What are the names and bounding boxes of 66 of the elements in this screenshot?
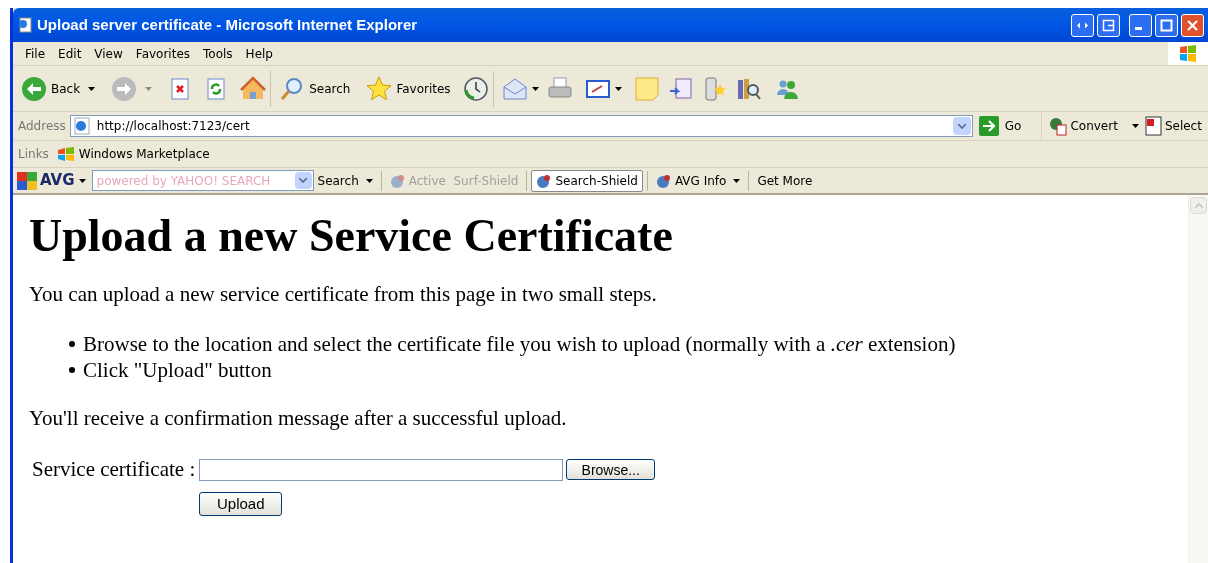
page-icon: [72, 117, 91, 135]
chevron-up-icon: [1194, 203, 1203, 208]
caret-icon: [733, 178, 741, 183]
windows-logo-icon: [56, 147, 75, 161]
toolbar-button[interactable]: Search-Shield: [531, 169, 643, 192]
menu-item[interactable]: Edit: [52, 44, 88, 63]
upload-button[interactable]: Upload: [199, 491, 283, 516]
star-icon: [366, 75, 393, 102]
avg-logo-icon: [17, 171, 37, 190]
window-button[interactable]: [1071, 13, 1094, 37]
caret-icon: [365, 178, 373, 183]
chevron-down-icon: [957, 123, 966, 129]
address-label: Address: [17, 118, 67, 135]
toolbar-button[interactable]: AVG Info: [651, 169, 745, 192]
menu-item[interactable]: Favorites: [129, 44, 197, 63]
notebook-icon[interactable]: [667, 75, 694, 102]
field-label: Service certificate :: [32, 456, 196, 483]
windows-logo-icon[interactable]: [1178, 43, 1198, 64]
minimize-icon: [1135, 27, 1142, 30]
caret-icon[interactable]: [531, 86, 539, 91]
select-button[interactable]: Select: [1144, 116, 1202, 136]
page-heading: Upload a new Service Certificate: [29, 213, 674, 259]
menu-item[interactable]: Help: [239, 44, 279, 63]
back-button[interactable]: Back: [21, 75, 85, 102]
window-button[interactable]: [1097, 13, 1120, 37]
caret-icon[interactable]: [88, 86, 96, 91]
toolbar-button[interactable]: Get More: [753, 169, 817, 192]
links-label: Links: [17, 146, 50, 163]
search-button[interactable]: Search: [275, 75, 355, 102]
bullet-icon: [69, 366, 75, 373]
document-icon: [1144, 116, 1163, 136]
menu-item[interactable]: View: [88, 44, 129, 63]
step-text: Browse to the location and select the certificate file you wish to upload (normally with a .cer extension): [83, 330, 956, 357]
home-icon[interactable]: [240, 75, 267, 102]
link-item[interactable]: Windows Marketplace: [56, 145, 210, 163]
maximize-icon: [1160, 18, 1173, 32]
minimize-button[interactable]: [1129, 13, 1152, 37]
maximize-button[interactable]: [1155, 13, 1178, 37]
globe-document-icon: [1048, 116, 1069, 136]
step-text: Click "Upload" button: [83, 356, 272, 383]
search-field[interactable]: powered by YAHOO! SEARCH: [91, 170, 314, 191]
go-arrow-icon: [978, 116, 999, 136]
intro-text: You can upload a new service certificate from this page in two small steps.: [29, 281, 658, 308]
scrollbar[interactable]: [1188, 195, 1208, 563]
close-icon: [1186, 18, 1199, 32]
menu-item[interactable]: File: [19, 44, 52, 63]
chevron-down-icon: [299, 178, 307, 183]
file-field[interactable]: [199, 458, 564, 481]
caret-icon[interactable]: [78, 178, 86, 183]
go-button[interactable]: Go: [978, 116, 1022, 136]
page-icon[interactable]: [17, 17, 33, 33]
address-field[interactable]: http://localhost:7123/cert: [69, 115, 973, 137]
close-button[interactable]: [1181, 13, 1204, 37]
menu-item[interactable]: Tools: [197, 44, 239, 63]
note-text: You'll receive a confirmation message after a successful upload.: [29, 404, 568, 432]
convert-button[interactable]: Convert: [1048, 116, 1118, 136]
browse-button[interactable]: Browse...: [566, 459, 656, 481]
swap-icon: [1102, 18, 1115, 32]
favorites-button[interactable]: Favorites: [362, 75, 455, 102]
bullet-icon: [69, 340, 75, 347]
history-icon[interactable]: [462, 75, 489, 102]
avg-button[interactable]: AVG: [13, 169, 75, 192]
toolbar-button[interactable]: Search: [313, 169, 377, 192]
caret-icon[interactable]: [1131, 124, 1139, 128]
window-title: Upload server certificate - Microsoft Internet Explorer: [37, 14, 418, 35]
caret-icon[interactable]: [614, 86, 622, 91]
